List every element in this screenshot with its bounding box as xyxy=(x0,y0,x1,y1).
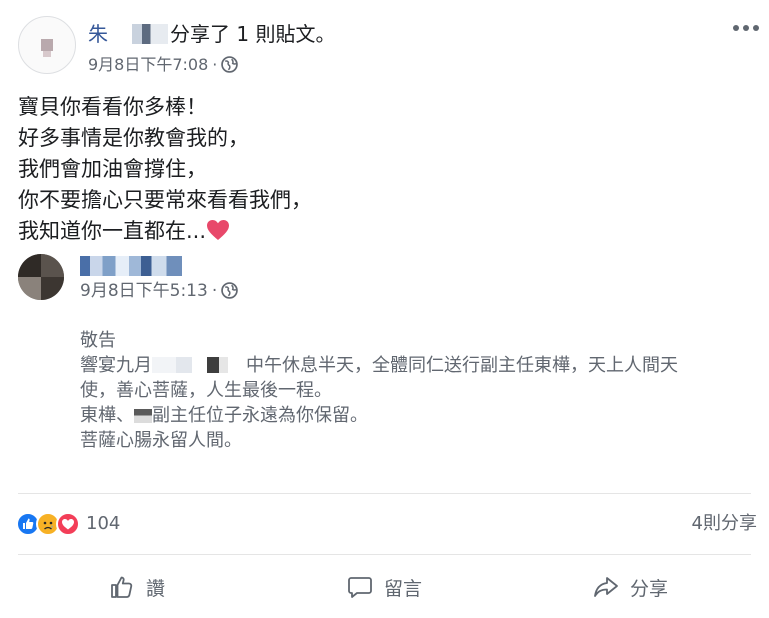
share-button[interactable]: 分享 xyxy=(592,566,668,608)
post-line: 寶貝你看看你多棒！ xyxy=(18,95,207,119)
post-line-last: 我知道你一直都在... xyxy=(18,216,312,250)
censored-name xyxy=(110,24,168,44)
post-header-line: 朱 分享了 1 則貼文。 xyxy=(88,20,335,48)
comment-icon xyxy=(348,577,372,598)
divider xyxy=(18,493,751,494)
censored-text xyxy=(198,357,228,373)
shared-post-text: 敬告 響宴九月 中午休息半天，全體同仁送行副主任東樺，天上人間天 使，善心菩薩，… xyxy=(80,328,760,453)
notice-text: 響宴九月 xyxy=(80,355,152,376)
avatar-pixel xyxy=(41,254,64,277)
thumbs-up-icon xyxy=(111,576,133,598)
meta-separator: · xyxy=(212,55,218,74)
facebook-post: 朱分享了 1 則貼文。 9月8日下午7:08 · 寶貝你看看你多棒！ 好多事情是你… xyxy=(0,0,769,618)
like-label: 讚 xyxy=(146,577,166,600)
more-options-button[interactable] xyxy=(733,18,759,38)
avatar-pixel xyxy=(18,277,41,300)
avatar-blur xyxy=(41,39,53,51)
love-icon xyxy=(56,512,80,536)
notice-text: 東樺、 xyxy=(80,405,134,426)
meta-separator: · xyxy=(211,281,218,301)
more-icon xyxy=(743,25,749,31)
notice-text: 中午休息半天，全體同仁送行副主任東樺，天上人間天 xyxy=(246,355,678,376)
reaction-count[interactable]: 104 xyxy=(86,512,120,536)
share-action-text: 分享了 1 則貼文。 xyxy=(170,22,336,46)
globe-icon[interactable] xyxy=(221,56,239,79)
divider xyxy=(18,554,751,555)
censored-text xyxy=(134,409,152,423)
post-text: 寶貝你看看你多棒！ 好多事情是你教會我的， 我們會加油會撐住， 你不要擔心只要常… xyxy=(18,92,312,250)
comment-button[interactable]: 留言 xyxy=(346,566,422,608)
shared-author-name-censored[interactable] xyxy=(80,256,182,276)
comment-label: 留言 xyxy=(384,577,423,600)
notice-text: 副主任位子永遠為你保留。 xyxy=(152,405,368,426)
notice-line: 使，善心菩薩，人生最後一程。 xyxy=(80,380,332,401)
like-button[interactable]: 讚 xyxy=(108,566,165,608)
author-avatar[interactable] xyxy=(18,16,76,74)
notice-title: 敬告 xyxy=(80,330,116,351)
post-meta: 9月8日下午7:08 · xyxy=(88,54,239,79)
censored-text xyxy=(152,357,192,373)
action-bar: 讚 留言 分享 xyxy=(0,566,769,608)
avatar-blur xyxy=(43,51,51,57)
more-icon xyxy=(753,25,759,31)
post-line: 你不要擔心只要常來看看我們， xyxy=(18,188,312,212)
more-icon xyxy=(733,25,739,31)
heart-icon xyxy=(206,219,230,250)
post-line: 我知道你一直都在... xyxy=(18,219,207,243)
notice-line: 響宴九月 中午休息半天，全體同仁送行副主任東樺，天上人間天 xyxy=(80,353,760,378)
reactions-summary[interactable]: 104 xyxy=(16,512,120,536)
avatar-pixel xyxy=(41,277,64,300)
post-line: 好多事情是你教會我的， xyxy=(18,126,249,150)
avatar-pixel xyxy=(18,254,41,277)
notice-line: 菩薩心腸永留人間。 xyxy=(80,430,242,451)
notice-line: 東樺、 副主任位子永遠為你保留。 xyxy=(80,403,760,428)
author-name[interactable]: 朱 xyxy=(88,22,108,46)
shared-post-meta: 9月8日下午5:13 · xyxy=(80,280,239,305)
post-line: 我們會加油會撐住， xyxy=(18,157,207,181)
share-icon xyxy=(594,577,618,597)
shared-post-timestamp[interactable]: 9月8日下午5:13 xyxy=(80,281,208,301)
post-timestamp[interactable]: 9月8日下午7:08 xyxy=(88,55,208,74)
globe-icon[interactable] xyxy=(221,282,239,305)
share-label: 分享 xyxy=(630,577,669,600)
shared-author-avatar[interactable] xyxy=(18,254,64,300)
share-count[interactable]: 4則分享 xyxy=(692,512,757,536)
